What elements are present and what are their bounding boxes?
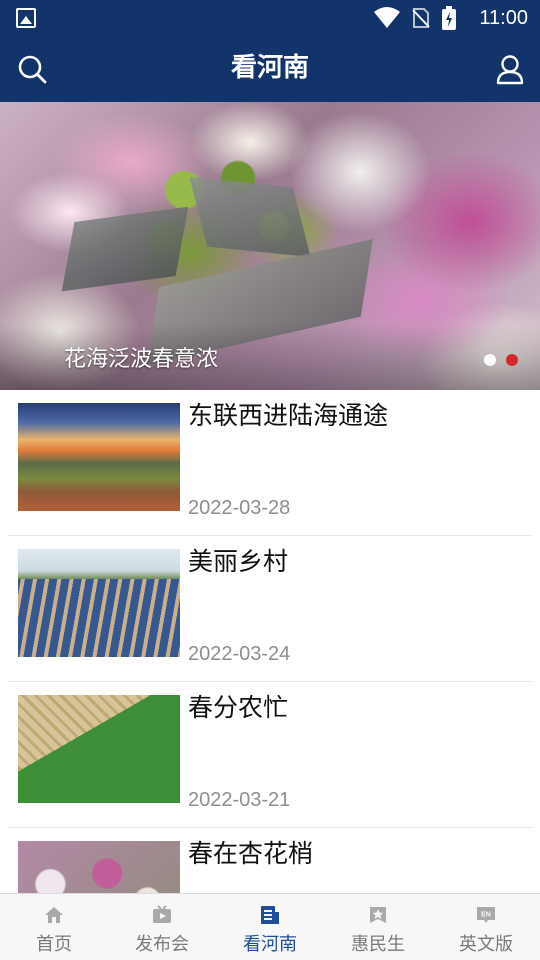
- tab-english[interactable]: EN 英文版: [432, 894, 540, 960]
- home-icon: [45, 907, 63, 923]
- news-headline: 春在杏花梢: [188, 839, 314, 868]
- carousel-dot[interactable]: [506, 354, 518, 366]
- no-sim-icon: [412, 8, 430, 28]
- news-date: 2022-03-28: [188, 497, 291, 519]
- tab-label: 发布会: [135, 934, 189, 955]
- tab-kanhenan[interactable]: 看河南: [216, 894, 324, 960]
- tab-label: 惠民生: [351, 934, 405, 955]
- list-item[interactable]: 东联西进陆海通途 2022-03-28: [8, 390, 532, 536]
- status-time: 11:00: [479, 7, 528, 29]
- news-headline: 春分农忙: [188, 693, 289, 722]
- banner-image-roof: [61, 206, 189, 292]
- news-date: 2022-03-21: [188, 789, 291, 811]
- tab-label: 首页: [36, 934, 72, 955]
- news-thumbnail: [18, 549, 180, 657]
- banner-caption: 花海泛波春意浓: [64, 347, 219, 372]
- news-thumbnail: [18, 403, 180, 511]
- star-badge-icon: [370, 907, 386, 923]
- status-bar: 11:00: [0, 0, 540, 36]
- en-icon: EN: [477, 907, 495, 923]
- page-title: 看河南: [230, 53, 309, 83]
- tab-press-conference[interactable]: 发布会: [108, 894, 216, 960]
- news-headline: 东联西进陆海通途: [188, 401, 389, 430]
- news-thumbnail: [18, 841, 180, 893]
- list-item[interactable]: 春在杏花梢: [8, 828, 532, 893]
- carousel-indicator: [484, 354, 518, 366]
- news-list: 东联西进陆海通途 2022-03-28 美丽乡村 2022-03-24 春分农忙…: [0, 390, 540, 893]
- gallery-icon: [16, 8, 36, 28]
- bottom-tab-bar: 首页 发布会 看河南 惠民生 EN 英文版: [0, 893, 540, 960]
- video-icon: [153, 905, 171, 923]
- battery-charging-icon: [442, 6, 456, 30]
- tab-livelihood[interactable]: 惠民生: [324, 894, 432, 960]
- banner-carousel[interactable]: 花海泛波春意浓: [0, 102, 540, 390]
- svg-text:EN: EN: [481, 912, 491, 919]
- article-icon: [261, 906, 279, 924]
- list-item[interactable]: 春分农忙 2022-03-21: [8, 682, 532, 828]
- news-thumbnail: [18, 695, 180, 803]
- tab-label: 英文版: [459, 934, 513, 955]
- news-date: 2022-03-24: [188, 643, 291, 665]
- carousel-dot[interactable]: [484, 354, 496, 366]
- app-header: 看河南: [0, 36, 540, 102]
- wifi-icon: [374, 7, 400, 28]
- news-headline: 美丽乡村: [188, 547, 289, 576]
- user-icon: [496, 55, 524, 85]
- banner-image-roof: [189, 176, 311, 258]
- account-button[interactable]: [492, 52, 528, 88]
- tab-home[interactable]: 首页: [0, 894, 108, 960]
- tab-label: 看河南: [243, 934, 297, 955]
- list-item[interactable]: 美丽乡村 2022-03-24: [8, 536, 532, 682]
